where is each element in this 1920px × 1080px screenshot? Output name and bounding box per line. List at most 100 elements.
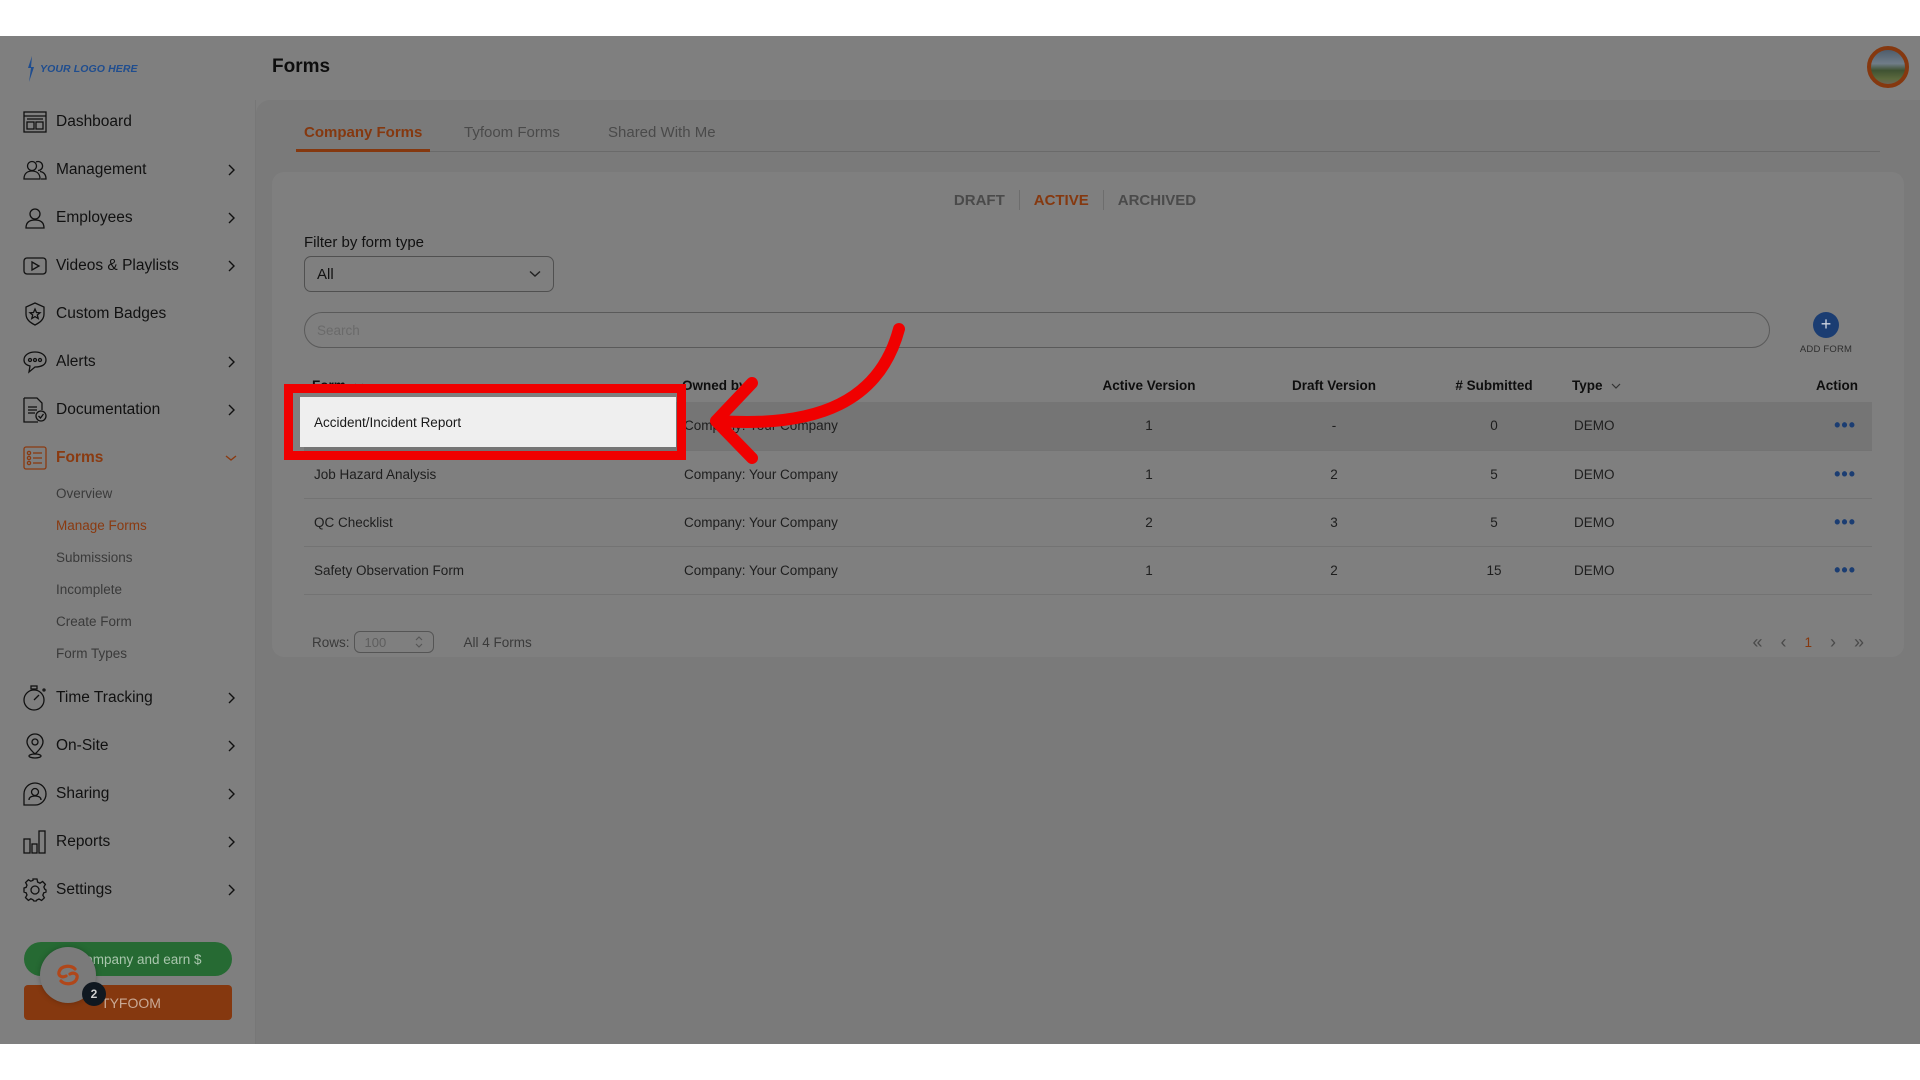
avatar[interactable]	[1867, 46, 1909, 88]
sidebar-item-label: Dashboard	[56, 113, 132, 130]
current-page[interactable]: 1	[1804, 635, 1812, 650]
form-type-select[interactable]: All	[304, 256, 554, 292]
cell-submitted: 15	[1424, 546, 1564, 595]
badge-shield-icon	[22, 301, 48, 327]
chevron-right-icon	[224, 211, 238, 225]
chevron-right-icon	[224, 787, 238, 801]
sidebar-item-reports[interactable]: Reports	[22, 825, 238, 859]
rows-per-page-stepper[interactable]: 100	[353, 631, 434, 653]
table-footer: Rows: 100 All 4 Forms « ‹ 1 › »	[312, 630, 1872, 654]
sort-chevron-icon	[1611, 383, 1620, 389]
column-header-draft-version: Draft Version	[1291, 377, 1377, 393]
cell-form[interactable]: QC Checklist	[304, 498, 674, 547]
app-screen: YOUR LOGO HERE Dashboard Management Empl…	[0, 36, 1920, 1044]
column-header-action: Action	[1816, 377, 1858, 393]
tyfoom-label: TYFOOM	[101, 994, 161, 1011]
sidebar-subitem-submissions[interactable]: Submissions	[56, 550, 133, 565]
dashboard-icon	[22, 109, 48, 135]
sidebar-subitem-manage-forms[interactable]: Manage Forms	[56, 518, 147, 533]
cell-owned-by: Company: Your Company	[674, 450, 1054, 499]
cell-draft-version: 3	[1244, 498, 1424, 547]
next-page-button[interactable]: ›	[1830, 632, 1836, 653]
more-actions-icon[interactable]: •••	[1834, 464, 1856, 484]
sidebar-subitem-form-types[interactable]: Form Types	[56, 646, 127, 661]
search-field[interactable]	[304, 312, 1770, 348]
rows-per-page-value: 100	[364, 634, 387, 650]
more-actions-icon[interactable]: •••	[1834, 512, 1856, 532]
chevron-right-icon	[224, 883, 238, 897]
search-input[interactable]	[317, 322, 1757, 338]
cell-form[interactable]: Safety Observation Form	[304, 546, 674, 595]
sidebar-item-label: Alerts	[56, 353, 96, 370]
prev-page-button[interactable]: ‹	[1780, 632, 1786, 653]
cell-type: DEMO	[1564, 546, 1734, 595]
sidebar-item-time-tracking[interactable]: Time Tracking	[22, 681, 238, 715]
cell-draft-version: 2	[1244, 450, 1424, 499]
gear-icon	[22, 877, 48, 903]
status-active[interactable]: ACTIVE	[1020, 192, 1103, 209]
sidebar-item-on-site[interactable]: On-Site	[22, 729, 238, 763]
tab-shared-with-me[interactable]: Shared With Me	[600, 124, 724, 152]
last-page-button[interactable]: »	[1854, 632, 1864, 653]
sidebar-item-label: Reports	[56, 833, 111, 850]
chevron-right-icon	[224, 691, 238, 705]
sidebar-item-sharing[interactable]: Sharing	[22, 777, 238, 811]
tab-tyfoom-forms[interactable]: Tyfoom Forms	[456, 124, 568, 152]
video-play-icon	[22, 253, 48, 279]
sidebar-subitem-incomplete[interactable]: Incomplete	[56, 582, 122, 597]
sidebar-item-settings[interactable]: Settings	[22, 873, 238, 907]
sidebar-subitem-overview[interactable]: Overview	[56, 486, 112, 501]
sidebar-item-management[interactable]: Management	[22, 153, 238, 187]
table-row[interactable]: Safety Observation Form Company: Your Co…	[304, 546, 1872, 595]
sidebar-item-custom-badges[interactable]: Custom Badges	[22, 297, 238, 331]
sidebar-item-label: On-Site	[56, 737, 109, 754]
form-tabs: Company Forms Tyfoom Forms Shared With M…	[296, 124, 1880, 152]
chevron-right-icon	[224, 403, 238, 417]
share-user-icon	[22, 781, 48, 807]
sidebar-item-videos-playlists[interactable]: Videos & Playlists	[22, 249, 238, 283]
column-header-type[interactable]: Type	[1564, 368, 1734, 402]
cell-active-version: 1	[1054, 402, 1244, 451]
column-header-active-version: Active Version	[1102, 377, 1196, 393]
users-icon	[22, 157, 48, 183]
chevron-right-icon	[224, 259, 238, 273]
page-title: Forms	[272, 56, 331, 77]
status-filter-group: DRAFT ACTIVE ARCHIVED	[272, 190, 1904, 210]
logo[interactable]: YOUR LOGO HERE	[26, 56, 138, 82]
cell-submitted: 5	[1424, 450, 1564, 499]
sidebar-item-label: Videos & Playlists	[56, 257, 179, 274]
sidebar-item-alerts[interactable]: Alerts	[22, 345, 238, 379]
sidebar-item-employees[interactable]: Employees	[22, 201, 238, 235]
more-actions-icon[interactable]: •••	[1834, 415, 1856, 435]
sidebar-item-label: Custom Badges	[56, 305, 167, 322]
more-actions-icon[interactable]: •••	[1834, 560, 1856, 580]
first-page-button[interactable]: «	[1752, 632, 1762, 653]
sidebar-item-label: Sharing	[56, 785, 110, 802]
cell-active-version: 1	[1054, 546, 1244, 595]
tab-company-forms[interactable]: Company Forms	[296, 124, 431, 152]
status-draft[interactable]: DRAFT	[940, 192, 1019, 209]
refer-company-label: company and earn $	[78, 951, 202, 967]
cell-submitted: 0	[1424, 402, 1564, 451]
sidebar-subitem-create-form[interactable]: Create Form	[56, 614, 132, 629]
form-type-value: All	[317, 265, 334, 283]
rows-label: Rows:	[312, 634, 350, 650]
tyfoom-swirl-icon	[57, 964, 79, 986]
table-row[interactable]: QC Checklist Company: Your Company 2 3 5…	[304, 498, 1872, 547]
sidebar-item-dashboard[interactable]: Dashboard	[22, 105, 238, 139]
sidebar: YOUR LOGO HERE Dashboard Management Empl…	[0, 36, 256, 1044]
sidebar-item-documentation[interactable]: Documentation	[22, 393, 238, 427]
cell-type: DEMO	[1564, 402, 1734, 451]
chevron-right-icon	[224, 739, 238, 753]
chevron-right-icon	[224, 163, 238, 177]
cell-owned-by: Company: Your Company	[674, 546, 1054, 595]
cell-owned-by: Company: Your Company	[674, 402, 1054, 451]
highlight-box	[284, 384, 686, 460]
add-form-button[interactable]: + ADD FORM	[1788, 312, 1864, 356]
cell-type: DEMO	[1564, 498, 1734, 547]
plus-icon: +	[1813, 312, 1839, 338]
sidebar-item-forms[interactable]: Forms	[22, 441, 238, 475]
status-archived[interactable]: ARCHIVED	[1104, 192, 1210, 209]
chevron-down-icon	[224, 451, 238, 465]
location-pin-icon	[22, 733, 48, 759]
